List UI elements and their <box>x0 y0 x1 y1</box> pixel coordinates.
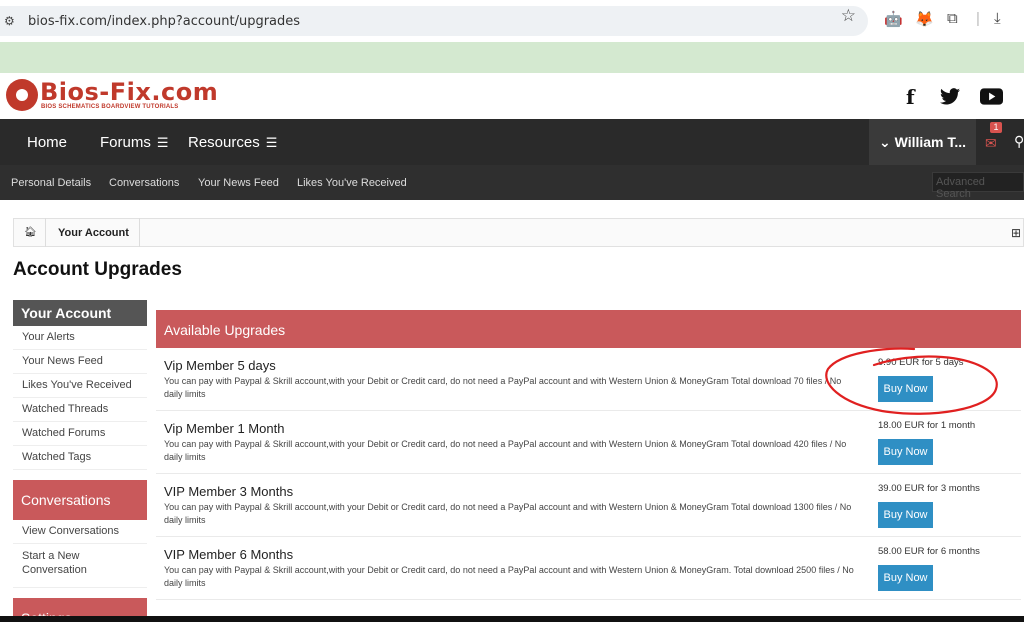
mail-count-badge: 1 <box>990 122 1002 133</box>
subnav-likes-received[interactable]: Likes You've Received <box>297 177 407 189</box>
nav-home[interactable]: Home <box>27 134 67 151</box>
upgrade-description: You can pay with Paypal & Skrill account… <box>164 439 847 462</box>
url-text[interactable]: bios-fix.com/index.php?account/upgrades <box>28 14 300 29</box>
logo-title: Bios-Fix.com <box>40 78 219 106</box>
upgrade-row: Vip Member 1 Month You can pay with Payp… <box>156 411 1021 474</box>
facebook-icon[interactable]: f <box>906 85 915 109</box>
sitemap-icon[interactable]: ⊞ <box>1011 226 1021 240</box>
tune-icon[interactable]: ⚙ <box>4 14 20 28</box>
nav-forums[interactable]: Forums ☰ <box>100 134 169 151</box>
upgrade-description: You can pay with Paypal & Skrill account… <box>164 565 854 588</box>
location-icon[interactable]: ⚲ <box>1014 133 1024 150</box>
buy-now-button[interactable]: Buy Now <box>878 439 933 465</box>
red-circle-annotation <box>825 347 998 415</box>
upgrade-title: Vip Member 5 days <box>164 358 276 373</box>
chevron-down-icon: ⌄ <box>879 134 891 150</box>
upgrade-price: 39.00 EUR for 3 months <box>878 483 980 494</box>
sidebar-item-alerts[interactable]: Your Alerts <box>13 326 147 350</box>
breadcrumb-your-account[interactable]: Your Account <box>58 227 129 239</box>
nav-resources-label: Resources <box>188 134 260 151</box>
upgrade-title: VIP Member 3 Months <box>164 484 294 499</box>
screen-bottom-edge <box>0 616 1024 622</box>
buy-now-button[interactable]: Buy Now <box>878 565 933 591</box>
sidebar: Your Account Your Alerts Your News Feed … <box>13 300 147 622</box>
upgrade-title: Vip Member 1 Month <box>164 421 285 436</box>
toolbar-divider: | <box>976 10 980 27</box>
mail-icon[interactable]: ✉ <box>985 135 997 152</box>
sidebar-item-likes[interactable]: Likes You've Received <box>13 374 147 398</box>
buy-now-button[interactable]: Buy Now <box>878 502 933 528</box>
menu-icon: ☰ <box>156 135 169 150</box>
bookmark-strip <box>0 42 1024 73</box>
upgrade-row: VIP Member 6 Months You can pay with Pay… <box>156 537 1021 600</box>
menu-icon: ☰ <box>265 135 278 150</box>
browser-toolbar: ⚙ bios-fix.com/index.php?account/upgrade… <box>0 0 1024 42</box>
main-nav: Home Forums ☰ Resources ☰ ⌄ William T... 1… <box>0 119 1024 165</box>
upgrade-description: You can pay with Paypal & Skrill account… <box>164 376 842 399</box>
upgrade-price: 58.00 EUR for 6 months <box>878 546 980 557</box>
breadcrumb: 🏠︎ Your Account ⊞ <box>13 218 1024 247</box>
twitter-icon[interactable] <box>940 88 960 105</box>
sidebar-heading-your-account[interactable]: Your Account <box>13 300 147 326</box>
sidebar-item-start-conversation[interactable]: Start a New Conversation <box>13 544 147 588</box>
gear-icon <box>6 79 38 111</box>
sidebar-item-watched-forums[interactable]: Watched Forums <box>13 422 147 446</box>
sidebar-heading-conversations[interactable]: Conversations <box>13 480 147 520</box>
upgrade-title: VIP Member 6 Months <box>164 547 294 562</box>
site-logo[interactable]: Bios-Fix.com BIOS SCHEMATICS BOARDVIEW T… <box>6 79 218 111</box>
subnav-conversations[interactable]: Conversations <box>109 177 179 189</box>
advanced-search-input[interactable]: Advanced Search <box>932 172 1024 200</box>
upgrade-row: VIP Member 3 Months You can pay with Pay… <box>156 474 1021 537</box>
nav-forums-label: Forums <box>100 134 151 151</box>
youtube-icon[interactable] <box>980 88 1003 105</box>
breadcrumb-divider <box>32 218 46 247</box>
address-bar[interactable]: ⚙ bios-fix.com/index.php?account/upgrade… <box>0 6 868 36</box>
user-name: William T... <box>894 134 967 150</box>
download-icon[interactable]: ⤓ <box>994 10 1001 27</box>
puzzle-icon[interactable]: ⧉ <box>947 10 958 27</box>
account-subnav: Personal Details Conversations Your News… <box>0 165 1024 200</box>
page-title: Account Upgrades <box>13 259 182 280</box>
sidebar-item-watched-tags[interactable]: Watched Tags <box>13 446 147 470</box>
subnav-personal-details[interactable]: Personal Details <box>11 177 91 189</box>
fox-icon[interactable]: 🦊 <box>915 10 934 28</box>
site-header: Bios-Fix.com BIOS SCHEMATICS BOARDVIEW T… <box>0 73 1024 119</box>
sidebar-item-view-conversations[interactable]: View Conversations <box>13 520 147 544</box>
sidebar-item-news-feed[interactable]: Your News Feed <box>13 350 147 374</box>
sidebar-item-watched-threads[interactable]: Watched Threads <box>13 398 147 422</box>
upgrade-price: 18.00 EUR for 1 month <box>878 420 976 431</box>
upgrade-description: You can pay with Paypal & Skrill account… <box>164 502 852 525</box>
robot-icon[interactable]: 🤖 <box>884 10 903 28</box>
user-menu[interactable]: ⌄ William T... <box>869 119 976 165</box>
nav-resources[interactable]: Resources ☰ <box>188 134 277 151</box>
subnav-news-feed[interactable]: Your News Feed <box>198 177 279 189</box>
star-icon[interactable]: ☆ <box>841 6 856 26</box>
breadcrumb-divider <box>126 218 140 247</box>
